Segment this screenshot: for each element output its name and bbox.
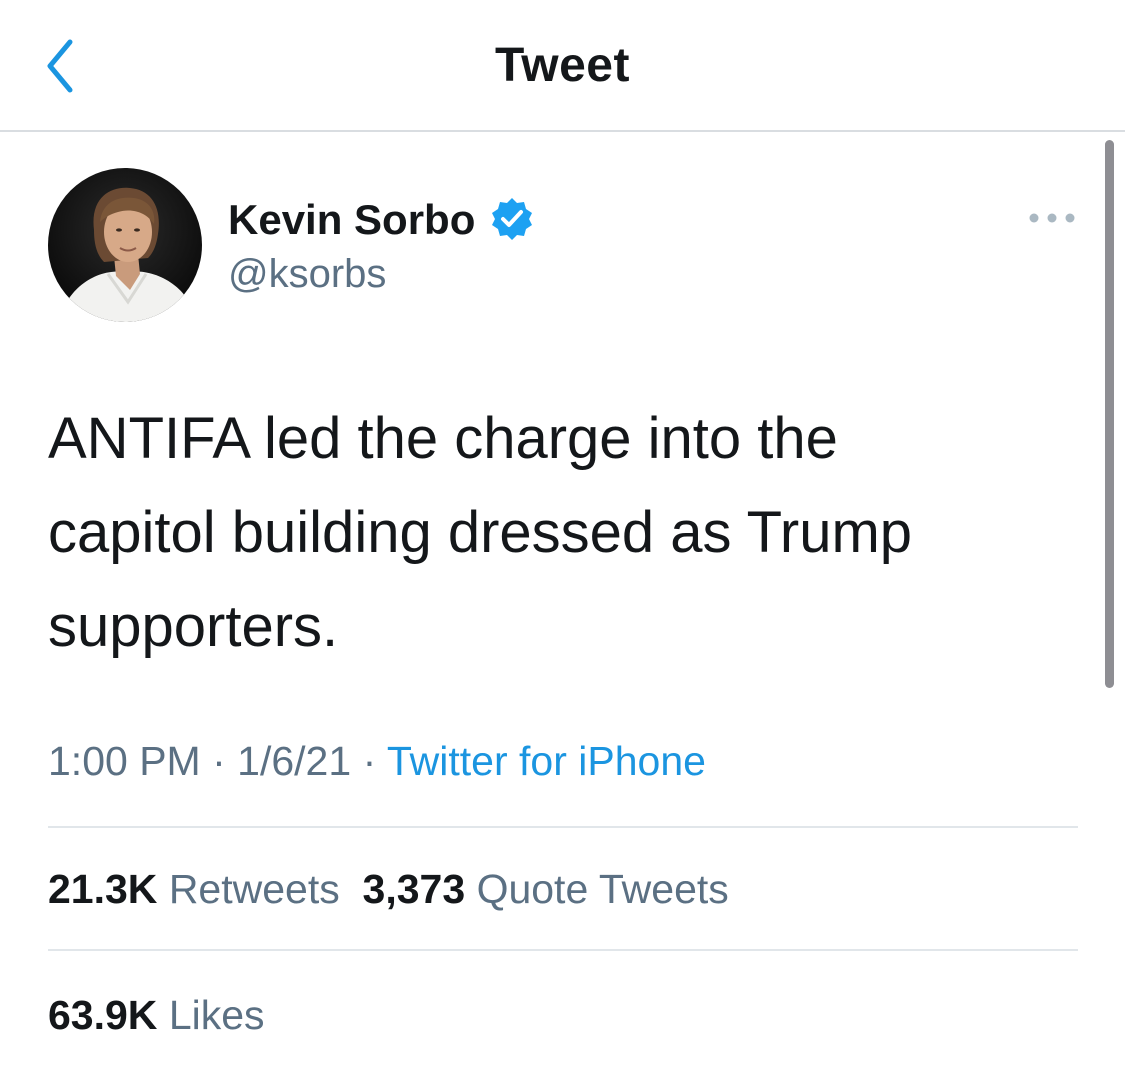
- tweet-text-line: capitol building dressed as Trump: [48, 500, 913, 565]
- tweet-text: ANTIFA led the charge into the capitol b…: [48, 392, 1048, 674]
- divider: [48, 826, 1078, 828]
- divider: [48, 949, 1078, 951]
- avatar[interactable]: [48, 168, 202, 322]
- author-handle[interactable]: @ksorbs: [228, 252, 386, 297]
- tweet-date[interactable]: 1/6/21: [237, 738, 351, 784]
- meta-separator: ·: [212, 738, 226, 784]
- quote-tweets-count: 3,373: [362, 866, 466, 912]
- page-title: Tweet: [495, 39, 630, 92]
- tweet-source-link[interactable]: Twitter for iPhone: [387, 738, 706, 784]
- likes-count: 63.9K: [48, 992, 158, 1038]
- tweet-text-line: supporters.: [48, 594, 339, 659]
- scrollbar[interactable]: [1105, 140, 1114, 688]
- top-nav-bar: Tweet: [0, 0, 1125, 132]
- tweet-text-line: ANTIFA led the charge into the: [48, 406, 838, 471]
- retweets-label: Retweets: [168, 866, 340, 912]
- author-name[interactable]: Kevin Sorbo: [228, 196, 475, 244]
- quote-tweets-stat[interactable]: 3,373 Quote Tweets: [363, 866, 729, 912]
- profile-photo: [48, 168, 202, 322]
- quote-tweets-label: Quote Tweets: [476, 866, 729, 912]
- likes-stats: 63.9K Likes: [48, 992, 265, 1039]
- retweets-count: 21.3K: [48, 866, 158, 912]
- verified-badge-icon: [492, 198, 532, 240]
- meta-separator: ·: [362, 738, 377, 784]
- retweets-stat[interactable]: 21.3K Retweets: [48, 866, 340, 912]
- engagement-stats: 21.3K Retweets 3,373 Quote Tweets: [48, 866, 729, 913]
- tweet-time[interactable]: 1:00 PM: [48, 738, 201, 784]
- more-horizontal-icon: [1029, 213, 1075, 223]
- tweet-meta: 1:00 PM · 1/6/21 · Twitter for iPhone: [48, 738, 706, 785]
- more-options-button[interactable]: [1024, 200, 1080, 236]
- likes-stat[interactable]: 63.9K Likes: [48, 992, 265, 1038]
- likes-label: Likes: [168, 992, 265, 1038]
